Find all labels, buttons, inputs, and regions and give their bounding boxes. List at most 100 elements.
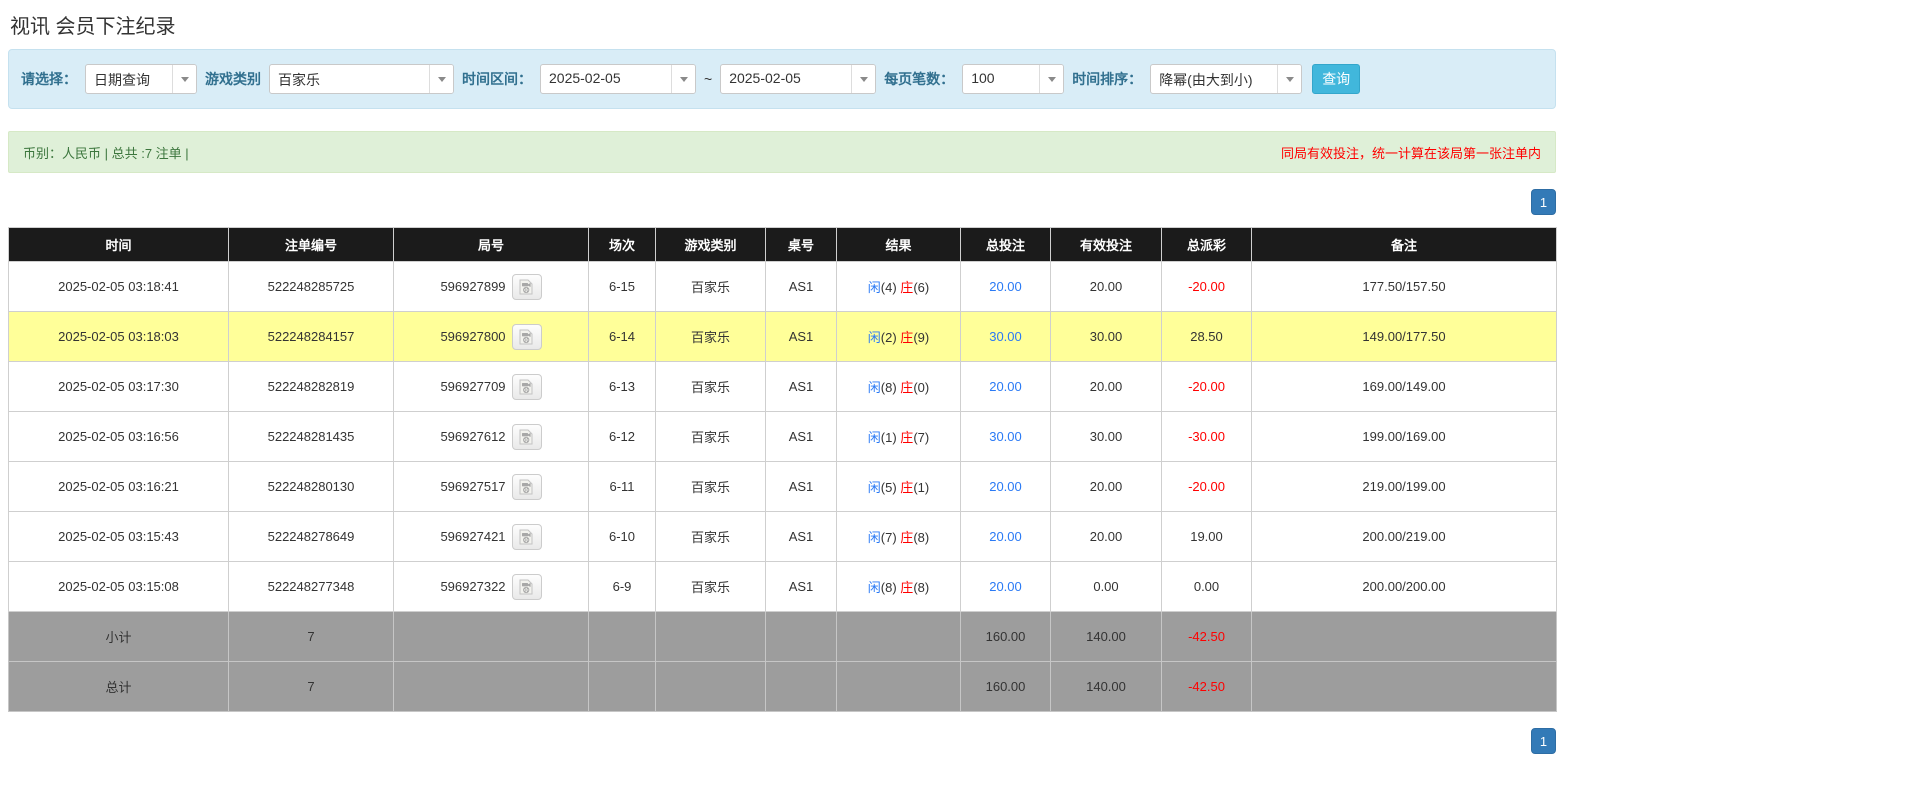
cell-total-bet[interactable]: 20.00 [961, 262, 1051, 312]
cell-round: 596927800 [394, 312, 589, 362]
table-row: 2025-02-05 03:15:43522248278649596927421… [9, 512, 1557, 562]
banker-result: 庄 [900, 430, 913, 445]
cell-result: 闲(8) 庄(0) [837, 362, 961, 412]
cell-total-bet[interactable]: 30.00 [961, 312, 1051, 362]
total-bet-link[interactable]: 20.00 [989, 279, 1022, 294]
cell-result: 闲(5) 庄(1) [837, 462, 961, 512]
game-type-select[interactable]: 百家乐 [269, 64, 454, 94]
cell-game: 百家乐 [656, 362, 766, 412]
game-type-value: 百家乐 [270, 65, 429, 93]
video-replay-button[interactable] [512, 374, 542, 400]
total-bet-link[interactable]: 20.00 [989, 379, 1022, 394]
total-bet-link[interactable]: 20.00 [989, 529, 1022, 544]
cell-valid-bet: 30.00 [1051, 312, 1162, 362]
cell-valid-bet: 20.00 [1051, 512, 1162, 562]
pagination-top: 1 [8, 189, 1556, 215]
cell-total-bet[interactable]: 20.00 [961, 362, 1051, 412]
chevron-down-icon[interactable] [851, 65, 875, 93]
round-number: 596927517 [440, 479, 505, 494]
video-icon [518, 479, 535, 495]
currency-total-text: 币别：人民币 | 总共 :7 注单 | [23, 143, 189, 162]
cell-bet-id: 522248284157 [229, 312, 394, 362]
cell-total-bet[interactable]: 20.00 [961, 462, 1051, 512]
total-bet-link[interactable]: 20.00 [989, 479, 1022, 494]
total-bet-link[interactable]: 30.00 [989, 329, 1022, 344]
cell-bet-id: 522248280130 [229, 462, 394, 512]
video-icon [518, 379, 535, 395]
chevron-down-icon[interactable] [429, 65, 453, 93]
cell-total-bet[interactable]: 30.00 [961, 412, 1051, 462]
column-header-6: 结果 [837, 228, 961, 262]
banker-result: 庄 [900, 380, 913, 395]
chevron-down-icon[interactable] [671, 65, 695, 93]
time-sort-label: 时间排序： [1072, 69, 1142, 89]
cell-time: 2025-02-05 03:15:08 [9, 562, 229, 612]
page-1-button[interactable]: 1 [1531, 728, 1556, 754]
cell-valid-bet: 20.00 [1051, 462, 1162, 512]
summary-total-bet: 160.00 [961, 612, 1051, 662]
chevron-down-icon[interactable] [1039, 65, 1063, 93]
total-bet-link[interactable]: 30.00 [989, 429, 1022, 444]
cell-time: 2025-02-05 03:16:21 [9, 462, 229, 512]
cell-total-bet[interactable]: 20.00 [961, 562, 1051, 612]
page-size-label: 每页笔数： [884, 69, 954, 89]
table-row: 2025-02-05 03:18:41522248285725596927899… [9, 262, 1557, 312]
video-replay-button[interactable] [512, 324, 542, 350]
cell-payout: -20.00 [1162, 262, 1252, 312]
video-icon [518, 279, 535, 295]
page-1-button[interactable]: 1 [1531, 189, 1556, 215]
video-replay-button[interactable] [512, 574, 542, 600]
total-bet-link[interactable]: 20.00 [989, 579, 1022, 594]
time-sort-select[interactable]: 降幂(由大到小) [1150, 64, 1302, 94]
column-header-1: 注单编号 [229, 228, 394, 262]
cell-session: 6-14 [589, 312, 656, 362]
cell-game: 百家乐 [656, 262, 766, 312]
cell-bet-id: 522248282819 [229, 362, 394, 412]
cell-session: 6-10 [589, 512, 656, 562]
round-number: 596927612 [440, 429, 505, 444]
video-replay-button[interactable] [512, 274, 542, 300]
query-type-select[interactable]: 日期查询 [85, 64, 197, 94]
table-row: 2025-02-05 03:15:08522248277348596927322… [9, 562, 1557, 612]
cell-session: 6-12 [589, 412, 656, 462]
table-row: 2025-02-05 03:16:21522248280130 596927517… [9, 462, 1557, 512]
video-replay-button[interactable] [512, 524, 542, 550]
chevron-down-icon[interactable] [172, 65, 196, 93]
cell-result: 闲(1) 庄(7) [837, 412, 961, 462]
round-number: 596927800 [440, 329, 505, 344]
cell-bet-id: 522248281435 [229, 412, 394, 462]
summary-payout: -42.50 [1162, 662, 1252, 712]
date-to-select[interactable]: 2025-02-05 [720, 64, 876, 94]
pagination-bottom: 1 [8, 728, 1556, 754]
cell-total-bet[interactable]: 20.00 [961, 512, 1051, 562]
cell-remark: 169.00/149.00 [1252, 362, 1557, 412]
date-from-select[interactable]: 2025-02-05 [540, 64, 696, 94]
chevron-down-icon[interactable] [1277, 65, 1301, 93]
player-result: 闲 [868, 530, 881, 545]
cell-remark: 177.50/157.50 [1252, 262, 1557, 312]
game-type-label: 游戏类别 [205, 69, 261, 89]
page-size-value: 100 [963, 65, 1039, 93]
player-result: 闲 [868, 330, 881, 345]
summary-total-bet: 160.00 [961, 662, 1051, 712]
content-container: 视讯 会员下注纪录 请选择： 日期查询 游戏类别 百家乐 时间区间： 2025-… [8, 8, 1556, 754]
cell-round: 596927517 [394, 462, 589, 512]
search-button[interactable]: 查询 [1312, 64, 1360, 94]
cell-valid-bet: 0.00 [1051, 562, 1162, 612]
page-title: 视讯 会员下注纪录 [8, 8, 1556, 49]
time-range-label: 时间区间： [462, 69, 532, 89]
cell-game: 百家乐 [656, 462, 766, 512]
page-size-select[interactable]: 100 [962, 64, 1064, 94]
date-range-separator: ~ [704, 71, 712, 87]
video-replay-button[interactable] [512, 424, 542, 450]
cell-remark: 199.00/169.00 [1252, 412, 1557, 462]
cell-bet-id: 522248278649 [229, 512, 394, 562]
cell-game: 百家乐 [656, 412, 766, 462]
video-replay-button[interactable] [512, 474, 542, 500]
subtotal-row: 小计7160.00140.00-42.50 [9, 612, 1557, 662]
cell-round: 596927709 [394, 362, 589, 412]
video-icon [518, 429, 535, 445]
banker-result: 庄 [900, 480, 913, 495]
round-number: 596927322 [440, 579, 505, 594]
cell-round: 596927612 [394, 412, 589, 462]
